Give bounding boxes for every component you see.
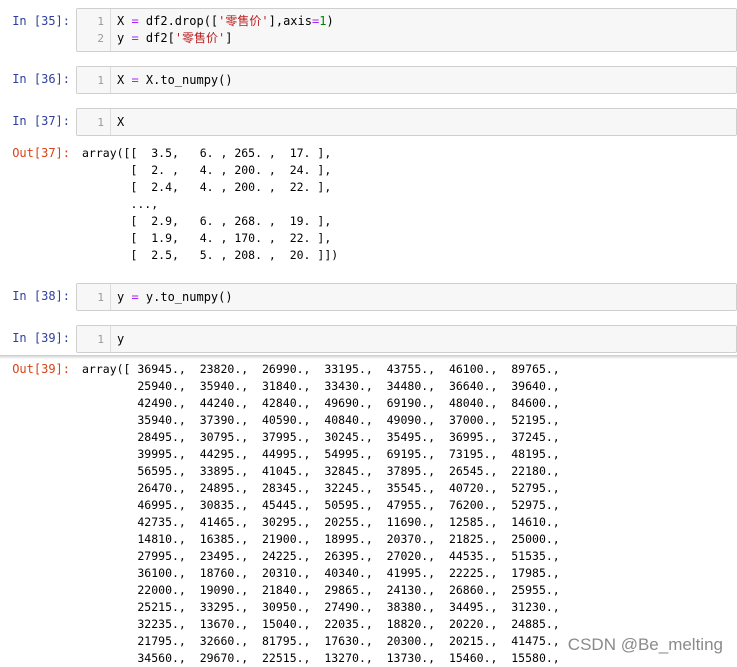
code-editor-36[interactable]: 1 X = X.to_numpy() bbox=[76, 66, 737, 94]
output-prompt-39: Out[39]: bbox=[12, 362, 70, 376]
cell-35: In [35]: 1 2 X = df2.drop(['零售价'],axis=1… bbox=[0, 8, 737, 52]
input-prompt-38: In [38]: bbox=[12, 289, 70, 303]
cell-39: In [39]: 1 y bbox=[0, 325, 737, 353]
code-line[interactable]: y = y.to_numpy() bbox=[117, 289, 732, 306]
line-number: 2 bbox=[97, 32, 104, 45]
code-line[interactable]: X = df2.drop(['零售价'],axis=1) bbox=[117, 13, 732, 30]
code-editor-38[interactable]: 1 y = y.to_numpy() bbox=[76, 283, 737, 311]
code-editor-37[interactable]: 1 X bbox=[76, 108, 737, 136]
code-line[interactable]: y = df2['零售价'] bbox=[117, 30, 732, 47]
output-prompt-37: Out[37]: bbox=[12, 146, 70, 160]
code-line[interactable]: y bbox=[117, 331, 732, 348]
line-number-gutter: 1 2 bbox=[77, 9, 111, 51]
input-prompt-35: In [35]: bbox=[12, 14, 70, 28]
line-number: 1 bbox=[97, 116, 104, 129]
cell-36: In [36]: 1 X = X.to_numpy() bbox=[0, 66, 737, 94]
cell-37: In [37]: 1 X bbox=[0, 108, 737, 136]
line-number: 1 bbox=[97, 333, 104, 346]
input-prompt-36: In [36]: bbox=[12, 72, 70, 86]
code-editor-35[interactable]: 1 2 X = df2.drop(['零售价'],axis=1) y = df2… bbox=[76, 8, 737, 52]
line-number-gutter: 1 bbox=[77, 326, 111, 352]
output-scroll-separator bbox=[0, 355, 737, 359]
line-number: 1 bbox=[97, 15, 104, 28]
code-line[interactable]: X bbox=[117, 114, 732, 131]
input-prompt-37: In [37]: bbox=[12, 114, 70, 128]
code-line[interactable]: X = X.to_numpy() bbox=[117, 72, 732, 89]
line-number-gutter: 1 bbox=[77, 109, 111, 135]
watermark: CSDN @Be_melting bbox=[567, 635, 723, 654]
output-array-x: array([[ 3.5, 6. , 265. , 17. ], [ 2. , … bbox=[82, 146, 339, 262]
line-number-gutter: 1 bbox=[77, 67, 111, 93]
line-number: 1 bbox=[97, 291, 104, 304]
output-array-y: array([ 36945., 23820., 26990., 33195., … bbox=[82, 362, 560, 665]
code-editor-39[interactable]: 1 y bbox=[76, 325, 737, 353]
line-number: 1 bbox=[97, 74, 104, 87]
cell-38: In [38]: 1 y = y.to_numpy() bbox=[0, 283, 737, 311]
line-number-gutter: 1 bbox=[77, 284, 111, 310]
input-prompt-39: In [39]: bbox=[12, 331, 70, 345]
